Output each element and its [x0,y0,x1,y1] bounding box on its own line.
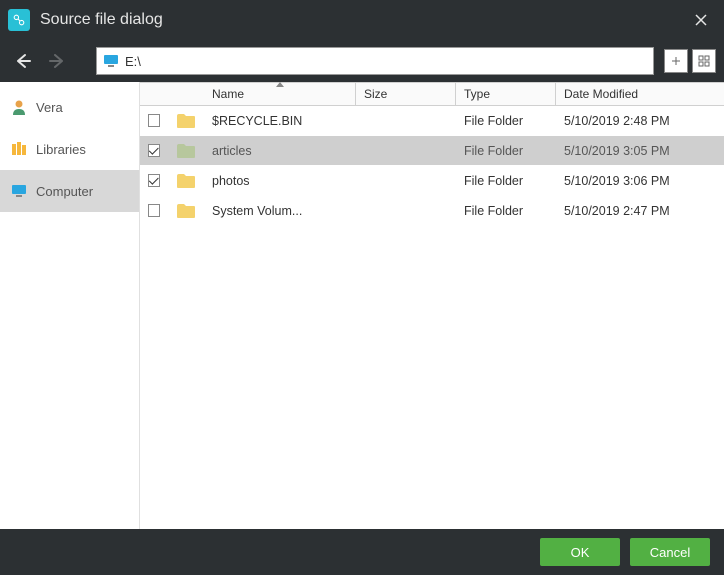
sidebar-item-label: Computer [36,184,93,199]
sidebar-item-label: Libraries [36,142,86,157]
nav-toolbar: E:\ [0,40,724,82]
folder-icon [168,173,204,189]
cancel-button[interactable]: Cancel [630,538,710,566]
libraries-icon [10,140,28,158]
footer: OK Cancel [0,529,724,575]
dialog-title: Source file dialog [40,11,686,29]
back-button[interactable] [8,46,38,76]
column-headers: Name Size Type Date Modified [140,82,724,106]
forward-button[interactable] [42,46,72,76]
new-folder-button[interactable] [664,49,688,73]
path-text: E:\ [125,54,141,69]
row-checkbox[interactable] [148,174,160,187]
file-date: 5/10/2019 3:05 PM [556,144,724,158]
sidebar-item-user[interactable]: Vera [0,86,139,128]
sidebar-item-computer[interactable]: Computer [0,170,139,212]
column-date[interactable]: Date Modified [556,83,724,105]
file-type: File Folder [456,144,556,158]
file-date: 5/10/2019 2:47 PM [556,204,724,218]
titlebar: Source file dialog [0,0,724,40]
column-type[interactable]: Type [456,83,556,105]
folder-icon [168,203,204,219]
file-type: File Folder [456,204,556,218]
column-checkbox[interactable] [140,83,168,105]
main-area: Vera Libraries Computer N [0,82,724,529]
close-button[interactable] [686,5,716,35]
row-checkbox[interactable] [148,144,160,157]
file-area: Name Size Type Date Modified $RECYCLE.BI… [140,82,724,529]
sort-asc-icon [276,82,284,87]
table-row[interactable]: $RECYCLE.BIN File Folder5/10/2019 2:48 PM [140,106,724,136]
file-date: 5/10/2019 3:06 PM [556,174,724,188]
file-name: $RECYCLE.BIN [204,114,356,128]
file-name: articles [204,144,356,158]
table-row[interactable]: photos File Folder5/10/2019 3:06 PM [140,166,724,196]
file-type: File Folder [456,174,556,188]
ok-button[interactable]: OK [540,538,620,566]
folder-icon [168,143,204,159]
column-icon [168,83,204,105]
path-input[interactable]: E:\ [96,47,654,75]
file-type: File Folder [456,114,556,128]
view-mode-button[interactable] [692,49,716,73]
file-date: 5/10/2019 2:48 PM [556,114,724,128]
sidebar-item-libraries[interactable]: Libraries [0,128,139,170]
sidebar: Vera Libraries Computer [0,82,140,529]
row-checkbox[interactable] [148,204,160,217]
file-list[interactable]: $RECYCLE.BINFile Folder5/10/2019 2:48 PM… [140,106,724,529]
row-checkbox[interactable] [148,114,160,127]
table-row[interactable]: System Volum... File Folder5/10/2019 2:47… [140,196,724,226]
column-name[interactable]: Name [204,83,356,105]
computer-icon [10,182,28,200]
app-icon [8,9,30,31]
folder-icon [168,113,204,129]
monitor-icon [103,54,119,68]
file-name: photos [204,174,356,188]
user-icon [10,98,28,116]
table-row[interactable]: articles File Folder5/10/2019 3:05 PM [140,136,724,166]
sidebar-item-label: Vera [36,100,63,115]
column-size[interactable]: Size [356,83,456,105]
file-name: System Volum... [204,204,356,218]
